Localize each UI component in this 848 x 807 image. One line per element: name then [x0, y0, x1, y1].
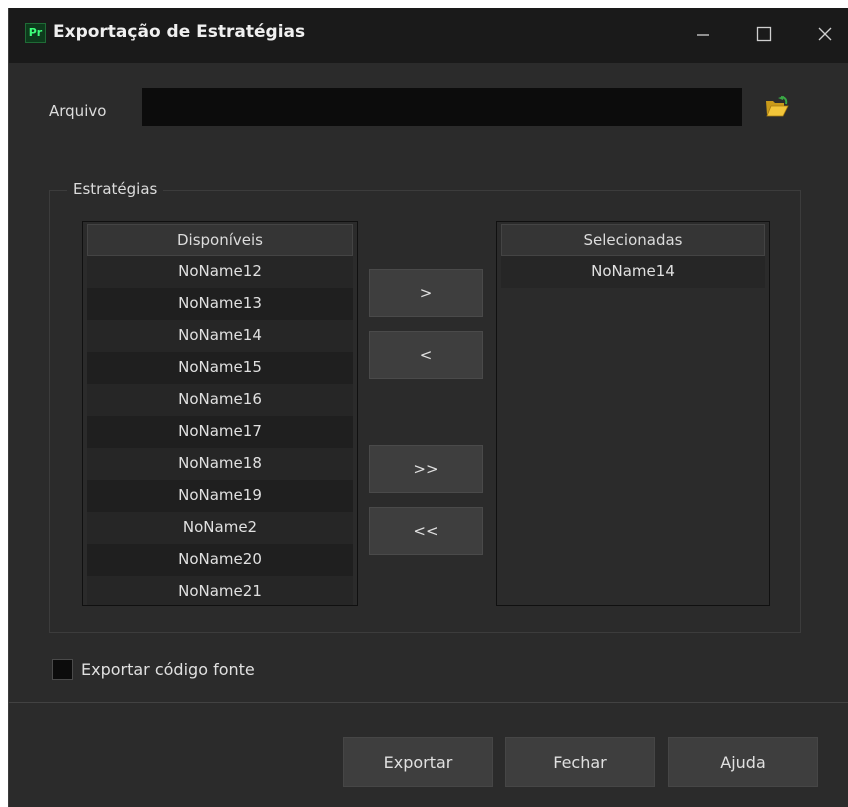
- maximize-button[interactable]: [744, 18, 784, 50]
- remove-selected-button[interactable]: <: [369, 331, 483, 379]
- remove-all-button[interactable]: <<: [369, 507, 483, 555]
- export-source-checkbox[interactable]: [52, 659, 73, 680]
- available-strategies-list[interactable]: Disponíveis NoName12 NoName13 NoName14 N…: [82, 221, 358, 606]
- minimize-icon: [697, 34, 709, 36]
- window-title: Exportação de Estratégias: [53, 22, 306, 42]
- list-item[interactable]: NoName17: [87, 416, 353, 448]
- strategies-group-title: Estratégias: [67, 180, 164, 198]
- list-item[interactable]: NoName15: [87, 352, 353, 384]
- list-item[interactable]: NoName21: [87, 576, 353, 605]
- list-item[interactable]: NoName16: [87, 384, 353, 416]
- open-folder-icon: [766, 96, 789, 117]
- file-label: Arquivo: [49, 102, 107, 120]
- maximize-icon: [756, 26, 772, 42]
- export-source-label: Exportar código fonte: [81, 660, 255, 679]
- list-item[interactable]: NoName13: [87, 288, 353, 320]
- help-button[interactable]: Ajuda: [668, 737, 818, 787]
- export-button[interactable]: Exportar: [343, 737, 493, 787]
- add-selected-button[interactable]: >: [369, 269, 483, 317]
- list-item[interactable]: NoName19: [87, 480, 353, 512]
- selected-strategies-list[interactable]: Selecionadas NoName14: [496, 221, 770, 606]
- title-bar: Pr Exportação de Estratégias: [9, 8, 848, 63]
- file-path-input[interactable]: [142, 88, 742, 126]
- available-list-header: Disponíveis: [87, 224, 353, 256]
- app-logo-icon: Pr: [25, 23, 46, 43]
- close-button[interactable]: Fechar: [505, 737, 655, 787]
- minimize-button[interactable]: [683, 18, 723, 50]
- selected-list-header: Selecionadas: [501, 224, 765, 256]
- list-item[interactable]: NoName20: [87, 544, 353, 576]
- close-window-button[interactable]: [805, 18, 845, 50]
- browse-file-button[interactable]: [764, 94, 790, 120]
- list-item[interactable]: NoName14: [501, 256, 765, 288]
- close-icon: [818, 27, 832, 41]
- export-source-option[interactable]: Exportar código fonte: [52, 659, 255, 680]
- list-item[interactable]: NoName12: [87, 256, 353, 288]
- list-item[interactable]: NoName18: [87, 448, 353, 480]
- list-item[interactable]: NoName2: [87, 512, 353, 544]
- export-strategies-dialog: Pr Exportação de Estratégias Arquivo Est…: [8, 8, 848, 807]
- footer-divider: [9, 702, 848, 703]
- add-all-button[interactable]: >>: [369, 445, 483, 493]
- list-item[interactable]: NoName14: [87, 320, 353, 352]
